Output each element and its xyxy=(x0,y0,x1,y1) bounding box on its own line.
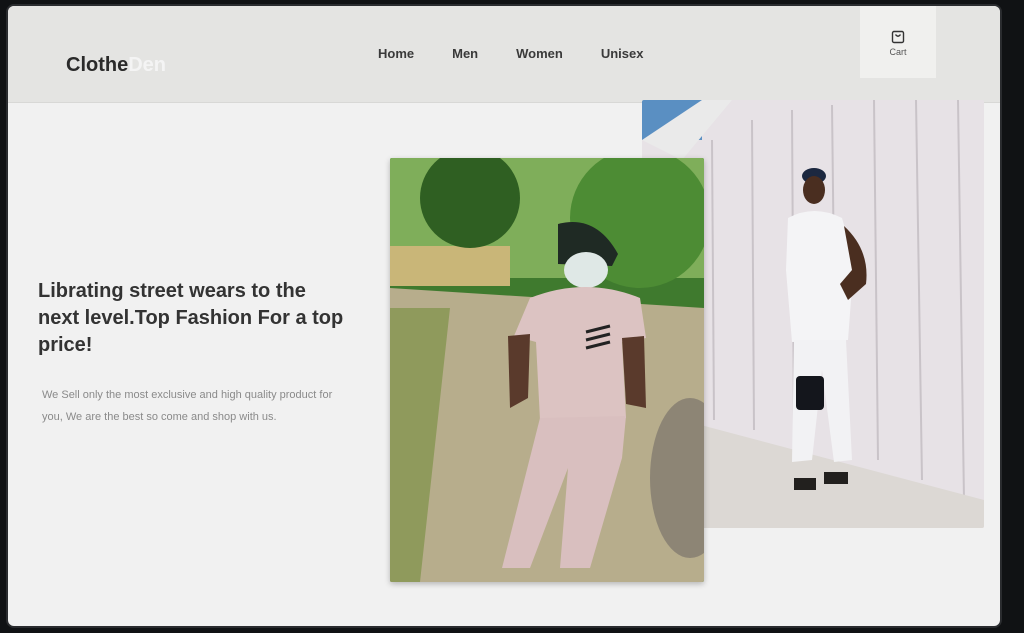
browser-viewport: ClotheDen Home Men Women Unisex Cart Lib… xyxy=(8,6,1000,626)
main-nav: Home Men Women Unisex xyxy=(378,46,681,61)
brand-logo-secondary: Den xyxy=(128,54,167,76)
brand-logo[interactable]: ClotheDen xyxy=(66,54,166,77)
cart-button[interactable]: Cart xyxy=(860,6,936,78)
brand-logo-primary: Clothe xyxy=(66,54,129,76)
top-navbar: ClotheDen Home Men Women Unisex Cart xyxy=(8,6,1000,103)
nav-link-home[interactable]: Home xyxy=(378,46,414,61)
hero-image-woman xyxy=(390,158,704,582)
hero-heading: Librating street wears to the next level… xyxy=(38,280,344,356)
cart-icon xyxy=(891,30,905,43)
nav-link-unisex[interactable]: Unisex xyxy=(601,46,644,61)
hero-description: We Sell only the most exclusive and high… xyxy=(42,389,333,423)
nav-link-women[interactable]: Women xyxy=(516,46,563,61)
nav-link-men[interactable]: Men xyxy=(452,46,478,61)
cart-label: Cart xyxy=(889,46,907,57)
